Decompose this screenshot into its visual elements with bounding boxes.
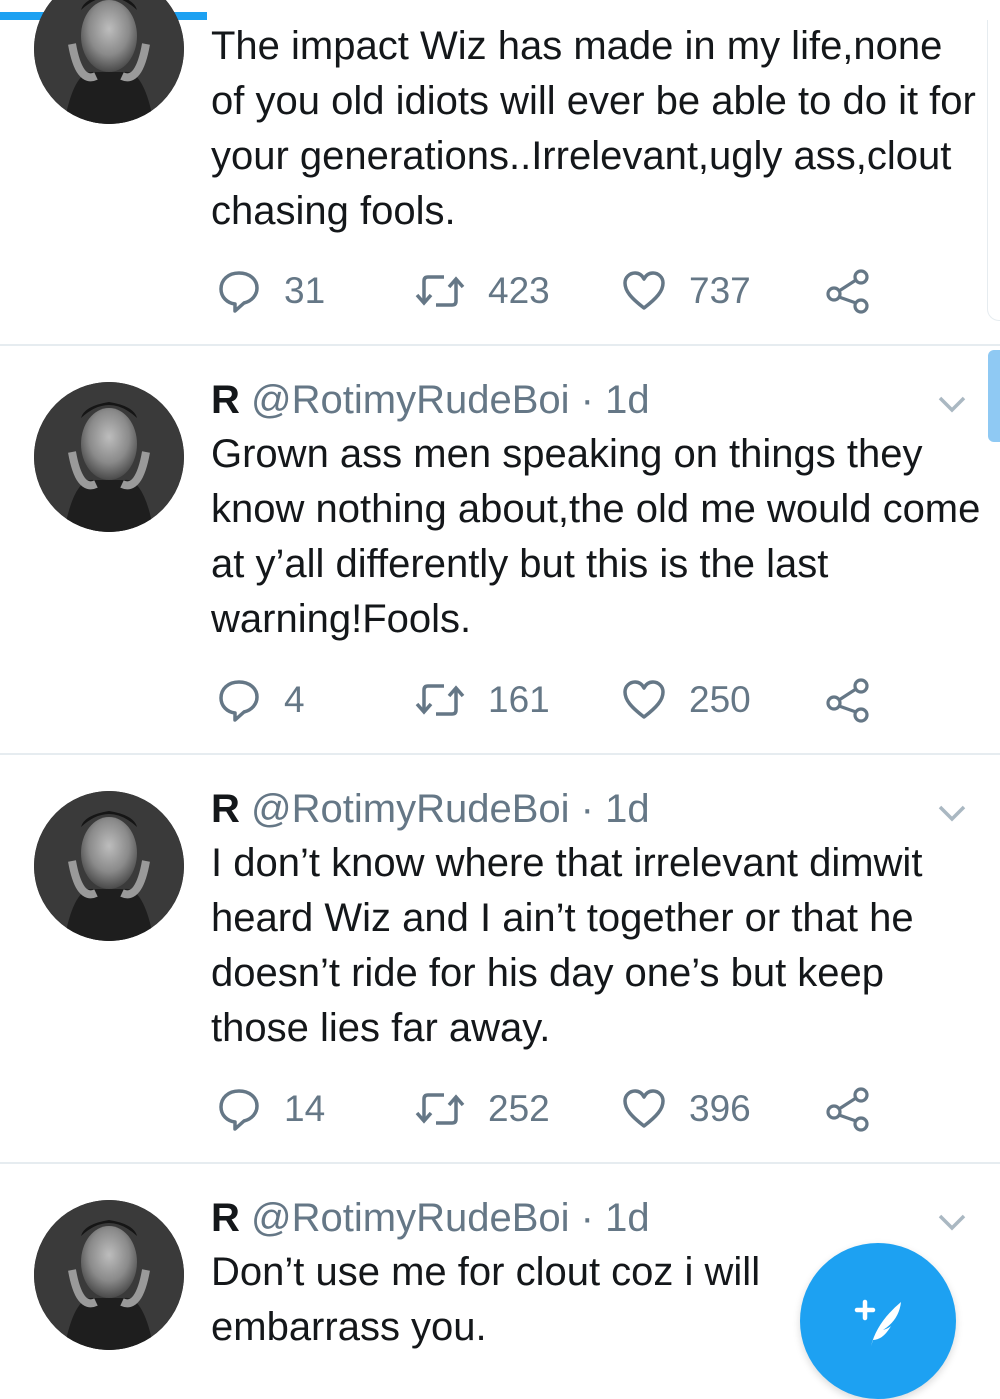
timestamp[interactable]: 1d bbox=[605, 787, 650, 831]
feather-plus-icon bbox=[854, 1299, 901, 1346]
share-button[interactable] bbox=[825, 675, 871, 725]
like-count: 737 bbox=[689, 270, 751, 311]
heart-outline-icon bbox=[623, 1089, 665, 1128]
scroll-track-edge bbox=[987, 20, 1000, 321]
like-button[interactable]: 396 bbox=[621, 1084, 751, 1134]
display-name[interactable]: R bbox=[211, 1196, 240, 1240]
retweet-count: 252 bbox=[488, 1088, 550, 1129]
share-nodes-icon bbox=[826, 678, 869, 723]
retweet-arrows-icon bbox=[415, 684, 465, 716]
like-count: 250 bbox=[689, 679, 751, 720]
tweet-text: The impact Wiz has made in my life,none … bbox=[211, 24, 976, 233]
retweet-arrows-icon bbox=[415, 1093, 465, 1125]
share-button[interactable] bbox=[825, 1084, 871, 1134]
reply-count: 31 bbox=[284, 270, 326, 311]
timestamp[interactable]: 1d bbox=[605, 1196, 650, 1240]
chevron-down-icon[interactable] bbox=[934, 386, 970, 422]
like-button[interactable]: 250 bbox=[621, 675, 751, 725]
avatar[interactable] bbox=[34, 1200, 184, 1350]
display-name[interactable]: R bbox=[211, 378, 240, 422]
retweet-button[interactable]: 252 bbox=[414, 1084, 550, 1134]
avatar[interactable] bbox=[34, 791, 184, 941]
retweet-button[interactable]: 161 bbox=[414, 675, 550, 725]
tweet-header: R @RotimyRudeBoi · 1d bbox=[211, 376, 650, 424]
share-button[interactable] bbox=[825, 266, 871, 316]
avatar[interactable] bbox=[34, 382, 184, 532]
timestamp[interactable]: 1d bbox=[605, 378, 650, 422]
tweet-header: R @RotimyRudeBoi · 1d bbox=[211, 785, 650, 833]
user-handle[interactable]: @RotimyRudeBoi bbox=[251, 1196, 570, 1240]
reply-count: 14 bbox=[284, 1088, 326, 1129]
separator-dot: · bbox=[580, 378, 594, 422]
reply-button[interactable]: 14 bbox=[216, 1084, 325, 1134]
separator-dot: · bbox=[580, 1196, 594, 1240]
tweet-actions: 4 161 250 bbox=[211, 675, 911, 725]
reply-button[interactable]: 31 bbox=[216, 266, 325, 316]
speech-bubble-icon bbox=[219, 680, 259, 722]
like-button[interactable]: 737 bbox=[621, 266, 751, 316]
speech-bubble-icon bbox=[219, 271, 259, 313]
tweet-divider bbox=[0, 1162, 1000, 1164]
tweet-text: Don’t use me for clout coz i will embarr… bbox=[211, 1250, 761, 1349]
display-name[interactable]: R bbox=[211, 787, 240, 831]
user-handle[interactable]: @RotimyRudeBoi bbox=[251, 787, 570, 831]
retweet-arrows-icon bbox=[415, 275, 465, 307]
tweet-text: I don’t know where that irrelevant dimwi… bbox=[211, 841, 923, 1050]
reply-count: 4 bbox=[284, 679, 305, 720]
heart-outline-icon bbox=[623, 680, 665, 719]
avatar[interactable] bbox=[34, 0, 184, 124]
user-handle[interactable]: @RotimyRudeBoi bbox=[251, 378, 570, 422]
tweet-actions: 14 252 396 bbox=[211, 1084, 911, 1134]
chevron-down-icon[interactable] bbox=[934, 1204, 970, 1240]
chevron-down-icon[interactable] bbox=[934, 795, 970, 831]
share-nodes-icon bbox=[826, 269, 869, 314]
heart-outline-icon bbox=[623, 271, 665, 310]
share-nodes-icon bbox=[826, 1087, 869, 1132]
tweet-divider bbox=[0, 344, 1000, 346]
separator-dot: · bbox=[580, 787, 594, 831]
tweet-actions: 31 423 737 bbox=[211, 266, 911, 316]
like-count: 396 bbox=[689, 1088, 751, 1129]
reply-button[interactable]: 4 bbox=[216, 675, 305, 725]
tweet-divider bbox=[0, 753, 1000, 755]
scrollbar-thumb[interactable] bbox=[988, 350, 1000, 442]
retweet-button[interactable]: 423 bbox=[414, 266, 550, 316]
retweet-count: 161 bbox=[488, 679, 550, 720]
compose-tweet-button[interactable] bbox=[800, 1243, 956, 1399]
tweet-text: Grown ass men speaking on things they kn… bbox=[211, 432, 981, 641]
retweet-count: 423 bbox=[488, 270, 550, 311]
tweet-header: R @RotimyRudeBoi · 1d bbox=[211, 1194, 650, 1242]
speech-bubble-icon bbox=[219, 1089, 259, 1131]
